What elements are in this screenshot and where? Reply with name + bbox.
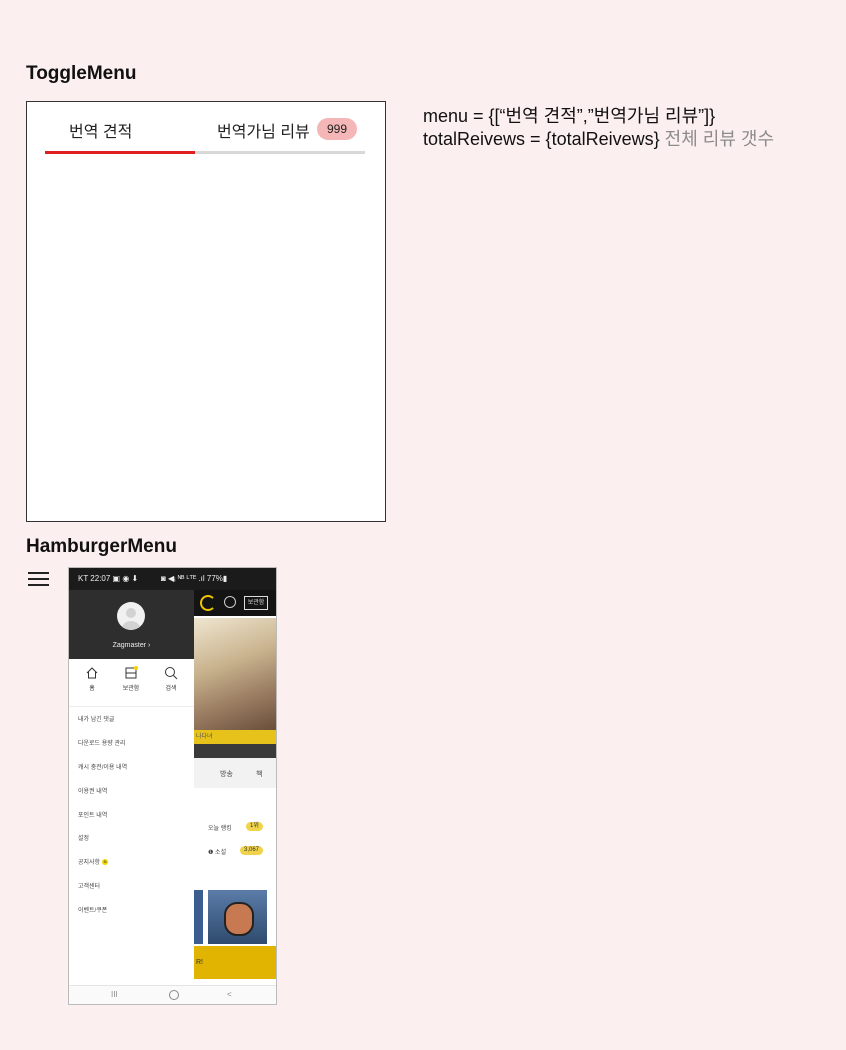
bg-thumbnail	[208, 890, 267, 944]
search-icon	[165, 667, 178, 680]
bg-tab-broadcast: 방송	[220, 771, 233, 778]
bg-rank-chip: 1위	[246, 822, 263, 831]
phone-screenshot: KT 22:07 ▣ ◉ ⬇ ◙ ◀ᵢ ᴺᴮ ᴸᵀᴱ .ıl 77%▮ 보관함 …	[68, 567, 277, 1005]
bg-tab-book: 책	[256, 771, 263, 778]
status-bar: KT 22:07 ▣ ◉ ⬇ ◙ ◀ᵢ ᴺᴮ ᴸᵀᴱ .ıl 77%▮	[69, 568, 276, 590]
home-icon	[86, 667, 98, 679]
featured-artwork	[194, 618, 276, 730]
quick-storage-button[interactable]: 보관함	[113, 666, 149, 692]
side-drawer: Zagmaster › 홈 보관함 검색 내가 남긴 댓글 다운로드 용량 관리…	[69, 590, 194, 985]
tab-active-indicator	[45, 151, 195, 154]
background-top-bar: 보관함	[194, 590, 276, 616]
bg-thumbnails	[194, 890, 276, 946]
bg-store-button: 보관함	[244, 596, 268, 610]
status-right: ◙ ◀ᵢ ᴺᴮ ᴸᵀᴱ .ıl 77%▮	[161, 574, 228, 583]
quick-actions-divider	[69, 706, 194, 707]
tab-translator-reviews[interactable]: 번역가님 리뷰	[217, 118, 310, 142]
quick-home-button[interactable]: 홈	[74, 666, 110, 692]
featured-gap	[194, 744, 276, 758]
featured-strip: 나다녀	[194, 730, 276, 744]
bg-novel-label: ❶ 소설	[208, 850, 227, 856]
back-icon[interactable]: <	[227, 990, 232, 999]
bg-category-tabs: 방송 책	[194, 758, 276, 788]
username[interactable]: Zagmaster ›	[69, 642, 194, 649]
notices-label: 공지사항	[78, 860, 101, 866]
new-badge: N	[102, 859, 109, 866]
hamburger-icon[interactable]	[28, 572, 49, 587]
menu-item-points-history[interactable]: 포인트 내역	[78, 810, 107, 819]
quick-storage-label: 보관함	[122, 686, 140, 692]
bg-novel-chip: 3,067	[240, 846, 264, 855]
toggle-menu-title: ToggleMenu	[26, 63, 137, 84]
menu-item-my-comments[interactable]: 내가 남긴 댓글	[78, 714, 114, 723]
storage-icon	[125, 666, 138, 679]
menu-item-download-storage[interactable]: 다운로드 용량 관리	[78, 738, 126, 747]
hamburger-menu-title: HamburgerMenu	[26, 536, 177, 557]
bg-thumbnail	[194, 890, 203, 944]
total-reviews-desc: 전체 리뷰 갯수	[664, 129, 775, 149]
menu-item-events-coupons[interactable]: 이벤트/쿠폰	[78, 905, 107, 914]
bg-today-ranking: 오늘 랭킹	[208, 826, 232, 832]
quick-home-label: 홈	[89, 686, 95, 692]
bg-search-icon	[224, 596, 236, 608]
home-circle-icon[interactable]	[169, 990, 179, 1000]
total-reviews-note: totalReivews = {totalReivews} 전체 리뷰 갯수	[423, 127, 774, 151]
menu-item-cash-history[interactable]: 캐시 충전/이용 내역	[78, 762, 127, 771]
quick-search-label: 검색	[165, 686, 177, 692]
recent-apps-icon[interactable]: III	[111, 990, 118, 999]
menu-item-pass-history[interactable]: 이용권 내역	[78, 786, 107, 795]
bg-novel-row: ❶ 소설 3,067	[194, 842, 276, 860]
bg-ranking-row: 오늘 랭킹 1위	[194, 818, 276, 836]
tab-underline-track	[45, 151, 365, 154]
status-left: KT 22:07 ▣ ◉ ⬇	[78, 574, 139, 583]
review-count-badge: 999	[317, 118, 358, 140]
total-reviews-code: totalReivews = {totalReivews}	[423, 129, 660, 149]
menu-item-notices[interactable]: 공지사항 N	[78, 857, 109, 866]
profile-header: Zagmaster ›	[69, 590, 194, 659]
background-app: 보관함 나다녀 방송 책 오늘 랭킹 1위 ❶ 소설 3,067 R!	[194, 590, 276, 985]
android-nav-bar: III <	[69, 985, 276, 1004]
toggle-menu-frame: 번역 견적 번역가님 리뷰 999	[26, 101, 386, 522]
quick-search-button[interactable]: 검색	[153, 666, 189, 692]
avatar[interactable]	[117, 602, 145, 630]
bg-bottom-banner: R!	[194, 946, 276, 979]
menu-item-customer-center[interactable]: 고객센터	[78, 881, 100, 890]
menu-prop-note: menu = {[“번역 견적”,”번역가님 리뷰”]}	[423, 106, 716, 126]
coin-icon	[200, 595, 216, 611]
menu-item-settings[interactable]: 설정	[78, 833, 89, 842]
tab-translation-estimate[interactable]: 번역 견적	[69, 118, 132, 142]
